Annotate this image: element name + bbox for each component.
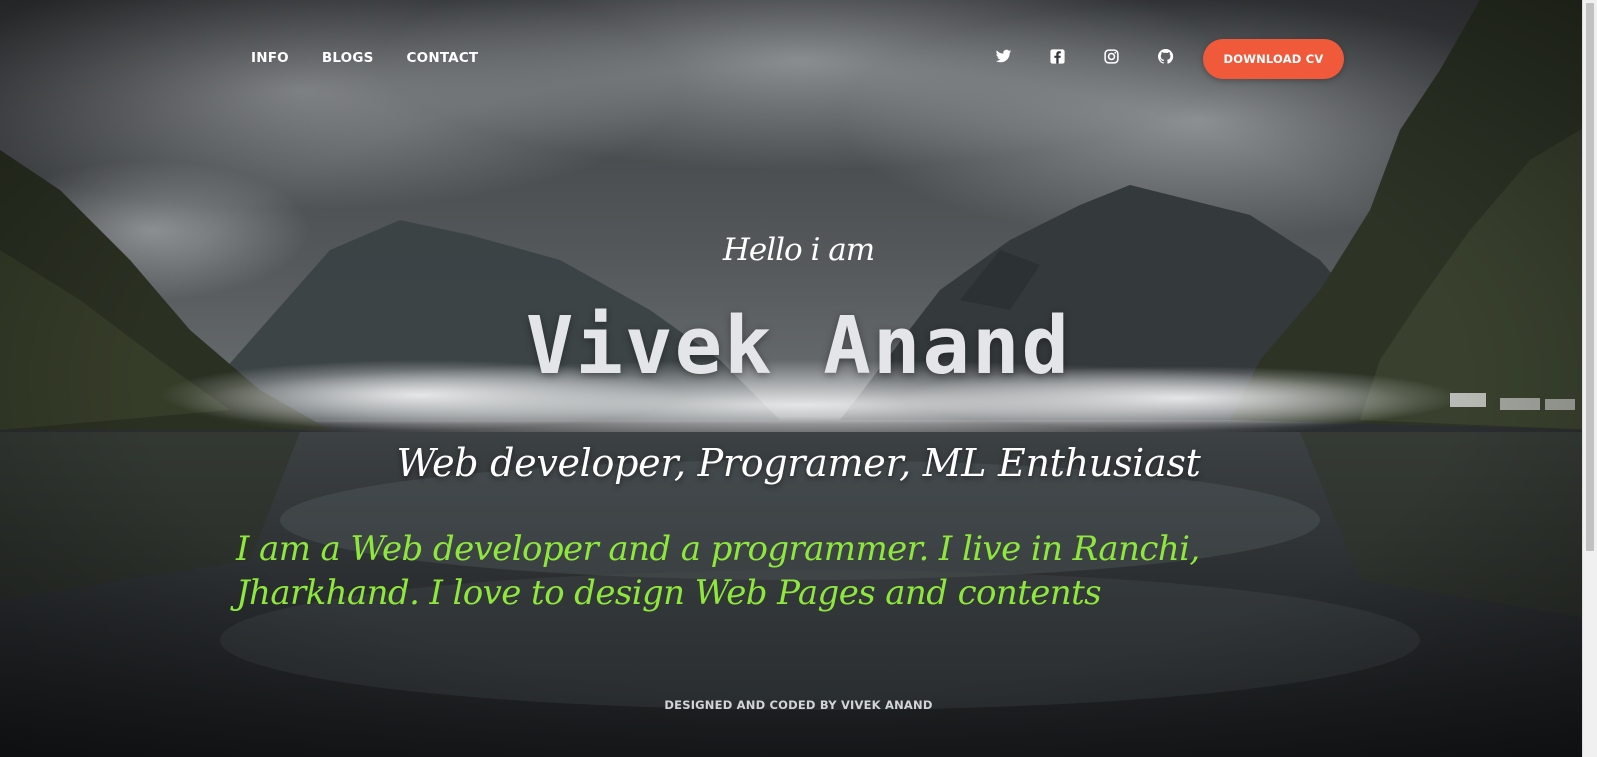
instagram-icon[interactable]: [1103, 48, 1120, 65]
nav-link-contact[interactable]: CONTACT: [407, 50, 479, 66]
download-cv-button[interactable]: DOWNLOAD CV: [1203, 39, 1344, 79]
greeting-text: Hello i am: [722, 232, 875, 268]
main-nav: INFO BLOGS CONTACT: [251, 50, 478, 66]
nav-link-info[interactable]: INFO: [251, 50, 289, 66]
facebook-icon[interactable]: [1049, 48, 1066, 65]
scrollbar-thumb[interactable]: [1586, 3, 1594, 551]
bio-text: I am a Web developer and a programmer. I…: [236, 529, 1200, 613]
footer-credit: DESIGNED AND CODED BY VIVEK ANAND: [664, 698, 933, 712]
social-links: [995, 48, 1174, 65]
portfolio-page: INFO BLOGS CONTACT DOWNLOAD CV Hello i a…: [0, 0, 1597, 757]
roles-tagline: Web developer, Programer, ML Enthusiast: [396, 441, 1201, 485]
github-icon[interactable]: [1157, 48, 1174, 65]
nav-link-blogs[interactable]: BLOGS: [322, 50, 374, 66]
twitter-icon[interactable]: [995, 48, 1012, 65]
hero-name: Vivek Anand: [525, 300, 1072, 392]
vertical-scrollbar[interactable]: [1582, 0, 1597, 757]
